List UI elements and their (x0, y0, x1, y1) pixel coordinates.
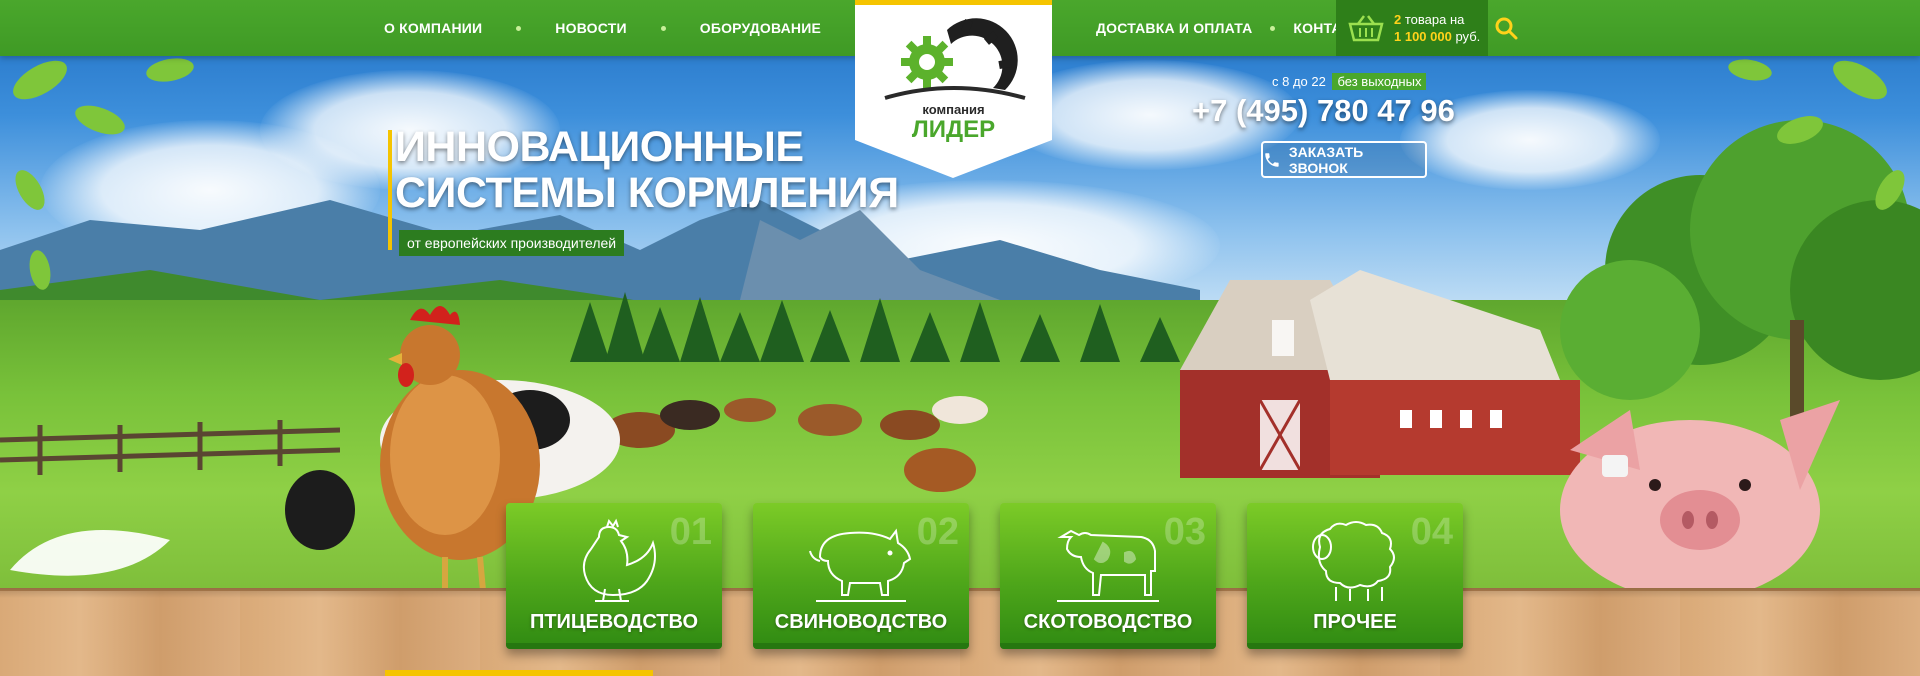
card-number: 03 (1163, 511, 1206, 553)
card-label: Свиноводство (774, 611, 948, 633)
cart-summary: 2 товара на 1 100 000 руб. (1394, 11, 1480, 45)
logo-line-1: компания (922, 102, 985, 117)
category-card-cattle[interactable]: 03 Скотоводство (1000, 503, 1216, 649)
nav-item-about[interactable]: О компании (384, 20, 482, 36)
card-label: Скотоводство (1023, 611, 1193, 633)
hero-title: Инновационные системы кормления (395, 124, 899, 216)
nav-separator (660, 25, 666, 31)
order-callback-button[interactable]: Заказать звонок (1261, 141, 1427, 178)
hero-title-line-1: Инновационные (395, 123, 804, 171)
leaves-decoration-left (13, 58, 194, 290)
card-number: 04 (1410, 511, 1453, 553)
hero-accent-bar (388, 130, 392, 250)
category-card-pig-farming[interactable]: 02 Свиноводство (753, 503, 969, 649)
phone-icon (1265, 152, 1279, 167)
working-hours-badge: без выходных (1332, 73, 1427, 90)
phone-number[interactable]: +7 (495) 780 47 96 (1192, 93, 1455, 129)
main-nav-left: О компании Новости Оборудование (384, 0, 821, 56)
nav-separator (516, 25, 522, 31)
working-hours-text: с 8 до 22 (1272, 74, 1326, 89)
cart-currency: руб. (1455, 29, 1481, 44)
card-label: Птицеводство (529, 611, 699, 633)
cart-sum: 1 100 000 (1394, 29, 1452, 44)
working-hours: с 8 до 22 без выходных (1272, 73, 1427, 90)
search-icon[interactable] (1494, 16, 1518, 40)
cart-items-word: товара на (1404, 12, 1465, 27)
hero-title-line-2: системы кормления (395, 169, 899, 217)
cart-count: 2 (1394, 12, 1402, 27)
tree-line (570, 292, 1180, 362)
nav-item-news[interactable]: Новости (555, 20, 626, 36)
cart-button[interactable]: 2 товара на 1 100 000 руб. (1336, 0, 1488, 56)
bottom-accent-bar (385, 670, 653, 676)
hero-text-block: Инновационные системы кормления от европ… (388, 124, 899, 256)
card-number: 02 (916, 511, 959, 553)
main-nav-right: Доставка и оплата Контакты (1096, 0, 1373, 56)
callback-label: Заказать звонок (1288, 143, 1364, 176)
chicken-icon (582, 518, 656, 602)
cow-icon (1057, 529, 1159, 602)
category-cards: 01 Птицеводство 02 Свиноводство 03 (506, 503, 1494, 649)
nav-separator (1270, 25, 1276, 31)
card-label: Прочее (1313, 611, 1397, 633)
card-number: 01 (669, 511, 712, 553)
sheep-icon (1312, 521, 1395, 601)
leaves-decoration-right (1728, 59, 1905, 210)
category-card-other[interactable]: 04 Прочее (1247, 503, 1463, 649)
nav-item-equipment[interactable]: Оборудование (700, 20, 821, 36)
pig-icon (809, 528, 912, 602)
hero-subtitle: от европейских производителей (399, 230, 625, 256)
nav-item-delivery[interactable]: Доставка и оплата (1096, 20, 1252, 36)
gear-icon (901, 36, 953, 88)
category-card-poultry[interactable]: 01 Птицеводство (506, 503, 722, 649)
pig-illustration (1560, 400, 1840, 600)
basket-icon (1348, 15, 1384, 42)
